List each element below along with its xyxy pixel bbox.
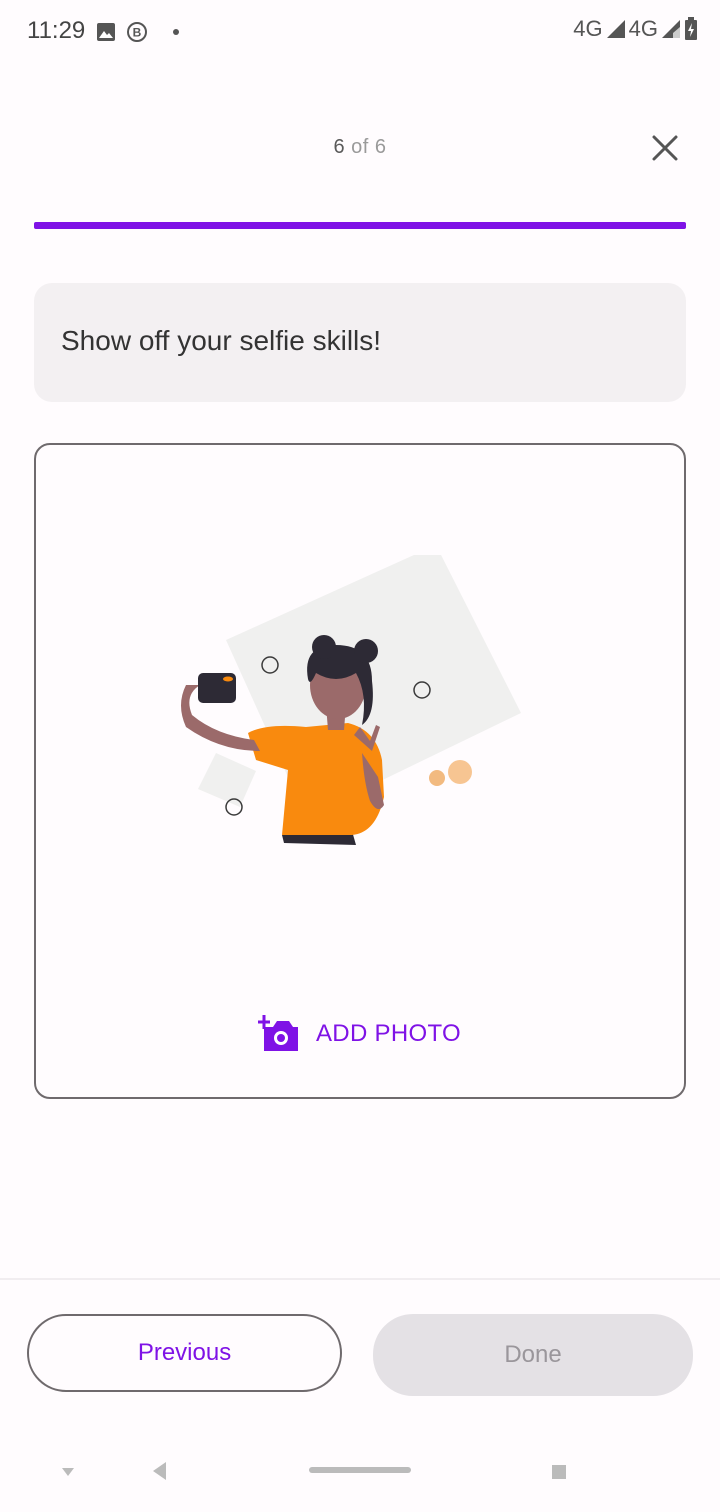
photo-upload-box[interactable]: ADD PHOTO xyxy=(34,443,686,1099)
close-icon xyxy=(652,135,678,161)
signal-icon xyxy=(606,20,625,38)
add-photo-camera-icon xyxy=(258,1015,298,1051)
progress-bar xyxy=(34,222,686,229)
add-photo-label: ADD PHOTO xyxy=(316,1020,461,1047)
close-button[interactable] xyxy=(645,128,685,168)
battery-icon xyxy=(685,17,697,40)
progress-fill xyxy=(34,222,686,229)
selfie-illustration xyxy=(181,555,521,845)
status-time: 11:29 xyxy=(27,17,86,44)
step-counter: 6 of 6 xyxy=(0,136,720,159)
signal-icon xyxy=(662,20,680,38)
home-pill-icon[interactable] xyxy=(309,1467,411,1475)
recents-icon[interactable] xyxy=(551,1464,567,1480)
wizard-header: 6 of 6 xyxy=(0,120,720,176)
add-photo-button[interactable]: ADD PHOTO xyxy=(258,1015,461,1053)
step-current: 6 xyxy=(333,136,346,158)
system-nav-bar xyxy=(0,1440,720,1512)
previous-button[interactable]: Previous xyxy=(27,1314,342,1392)
status-right: 4G 4G xyxy=(573,16,698,42)
prompt-card: Show off your selfie skills! xyxy=(34,283,686,402)
back-icon[interactable] xyxy=(150,1460,170,1482)
network-type-2: 4G xyxy=(628,16,658,41)
image-icon xyxy=(97,23,115,41)
prompt-text: Show off your selfie skills! xyxy=(61,325,382,356)
status-bar: 11:29 B 4G 4G xyxy=(0,0,720,64)
dot-icon xyxy=(173,29,179,35)
step-total: 6 xyxy=(374,136,387,158)
svg-text:B: B xyxy=(133,26,142,40)
done-button[interactable]: Done xyxy=(373,1314,693,1396)
step-separator: of xyxy=(351,136,369,158)
network-type-1: 4G xyxy=(573,16,603,41)
keyboard-hide-icon[interactable] xyxy=(60,1464,76,1478)
status-left-icons: B xyxy=(96,20,182,44)
b-circle-icon: B xyxy=(127,22,147,42)
footer-divider xyxy=(0,1278,720,1280)
